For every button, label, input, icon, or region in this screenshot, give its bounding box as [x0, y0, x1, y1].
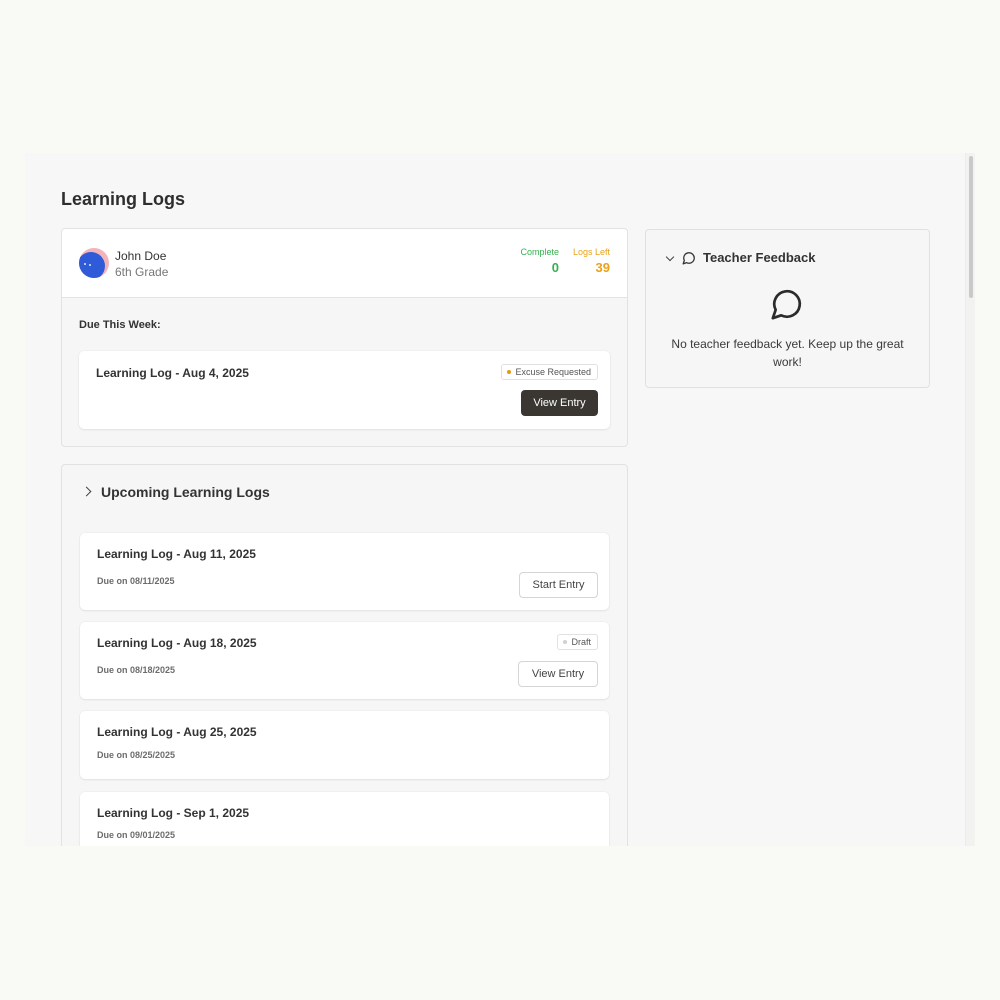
- page-title: Learning Logs: [61, 189, 186, 209]
- logs-left-stat: Logs Left 39: [573, 247, 610, 275]
- message-circle-icon: [682, 252, 695, 265]
- avatar-face: [79, 252, 105, 278]
- entry-title: Learning Log - Aug 18, 2025: [97, 636, 257, 650]
- no-feedback-message: No teacher feedback yet. Keep up the gre…: [671, 337, 904, 369]
- upcoming-logs-title[interactable]: Upcoming Learning Logs: [101, 484, 270, 500]
- complete-stat: Complete 0: [520, 247, 559, 275]
- message-circle-large-icon: [771, 289, 802, 320]
- chevron-down-icon[interactable]: [665, 252, 675, 262]
- student-name: John Doe: [115, 249, 167, 263]
- logs-left-value: 39: [595, 260, 610, 275]
- badge-label: Draft: [571, 637, 591, 647]
- complete-value: 0: [551, 260, 559, 275]
- avatar-eye: [89, 264, 91, 266]
- due-this-week-label: Due This Week:: [79, 319, 161, 331]
- entry-due-date: Due on 08/18/2025: [97, 665, 176, 675]
- view-entry-button[interactable]: View Entry: [518, 661, 598, 687]
- draft-badge: Draft: [557, 634, 598, 650]
- student-grade: 6th Grade: [115, 265, 169, 279]
- student-header: John Doe 6th Grade Complete 0 Logs Left …: [62, 229, 627, 298]
- entry-title: Learning Log - Aug 4, 2025: [96, 366, 249, 380]
- view-entry-button[interactable]: View Entry: [521, 390, 598, 416]
- entry-title: Learning Log - Aug 25, 2025: [97, 725, 257, 739]
- badge-label: Excuse Requested: [515, 367, 591, 377]
- complete-label: Complete: [520, 247, 559, 257]
- status-dot-icon: [507, 370, 512, 374]
- app-window: Learning Logs John Doe 6th Grade Complet…: [25, 153, 965, 846]
- scrollbar[interactable]: [965, 153, 975, 846]
- list-item[interactable]: Learning Log - Sep 1, 2025 Due on 09/01/…: [80, 792, 609, 846]
- entry-due-date: Due on 08/11/2025: [97, 576, 175, 586]
- status-dot-icon: [563, 640, 568, 644]
- avatar-eye: [84, 263, 86, 265]
- upcoming-logs-card: Upcoming Learning Logs Learning Log - Au…: [61, 464, 628, 846]
- entry-due-date: Due on 09/01/2025: [97, 830, 176, 840]
- avatar: [79, 248, 109, 278]
- list-item[interactable]: Learning Log - Aug 11, 2025 Due on 08/11…: [80, 533, 609, 610]
- list-item[interactable]: Learning Log - Aug 18, 2025 Due on 08/18…: [80, 622, 609, 699]
- list-item[interactable]: Learning Log - Aug 25, 2025 Due on 08/25…: [80, 711, 609, 779]
- student-card: John Doe 6th Grade Complete 0 Logs Left …: [61, 228, 628, 447]
- teacher-feedback-title[interactable]: Teacher Feedback: [703, 250, 815, 265]
- entry-title: Learning Log - Sep 1, 2025: [97, 806, 250, 820]
- entry-due-date: Due on 08/25/2025: [97, 750, 176, 760]
- due-entry-card[interactable]: Learning Log - Aug 4, 2025 Excuse Reques…: [79, 351, 610, 429]
- scrollbar-thumb[interactable]: [969, 156, 973, 298]
- logs-left-label: Logs Left: [572, 247, 610, 257]
- entry-title: Learning Log - Aug 11, 2025: [97, 547, 256, 561]
- chevron-right-icon[interactable]: [81, 486, 92, 497]
- start-entry-button[interactable]: Start Entry: [519, 572, 598, 598]
- excuse-requested-badge: Excuse Requested: [501, 364, 598, 380]
- teacher-feedback-card: Teacher Feedback No teacher feedback yet…: [645, 229, 930, 388]
